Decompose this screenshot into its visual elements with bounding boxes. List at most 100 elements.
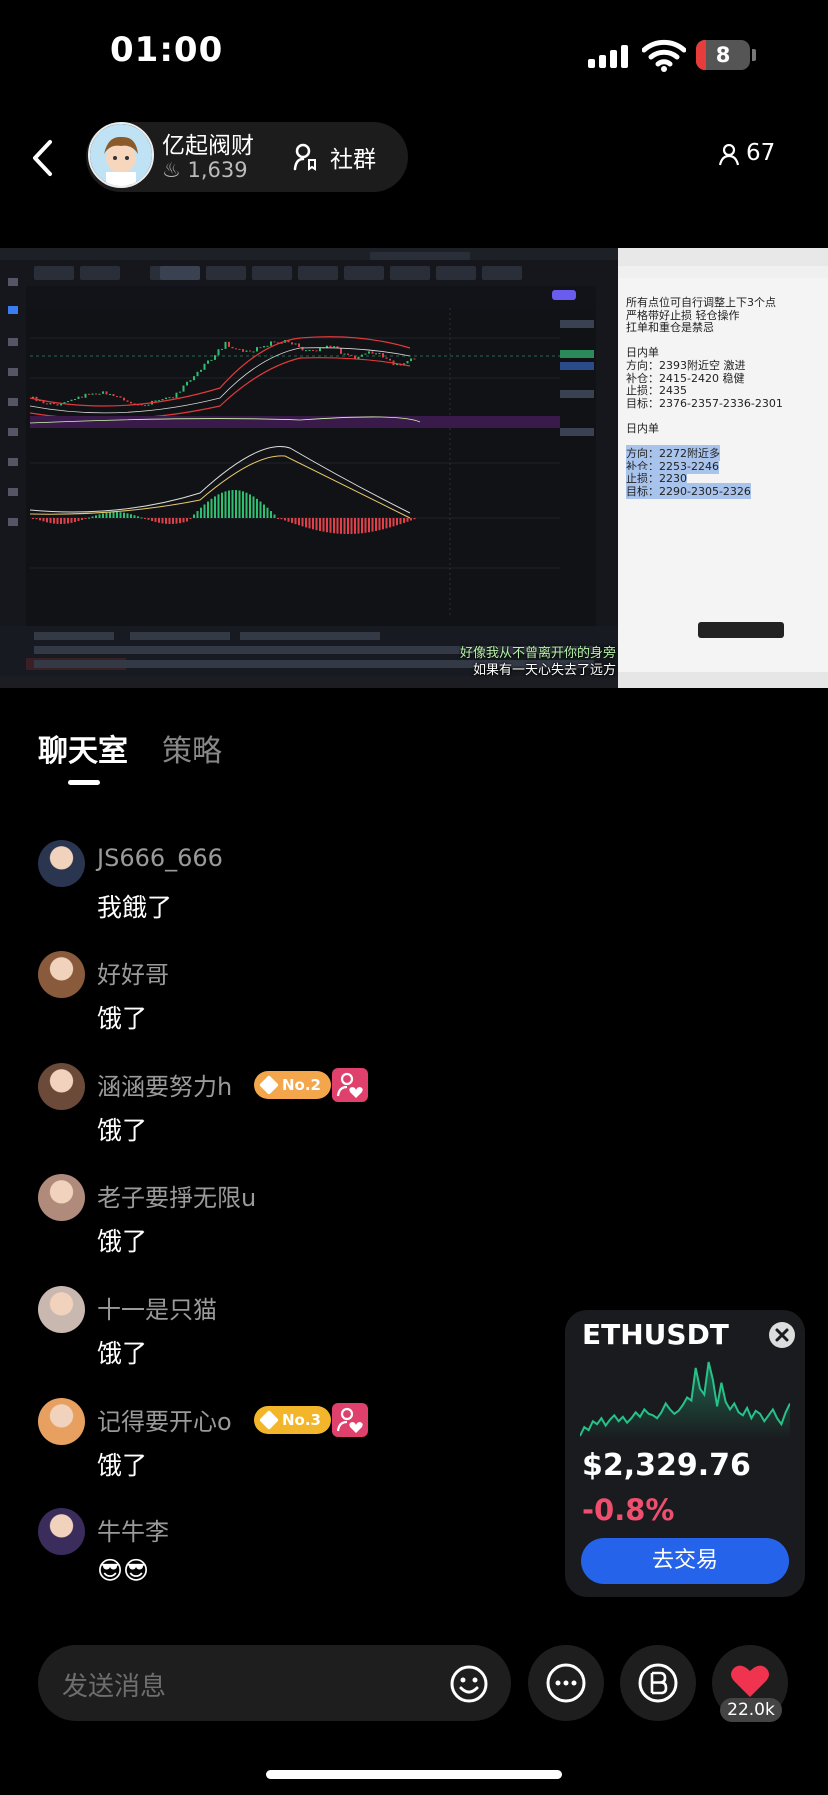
home-indicator[interactable] xyxy=(266,1770,562,1779)
emoji-icon[interactable] xyxy=(449,1664,489,1704)
decor-candle xyxy=(344,354,346,355)
decor-macd-bar xyxy=(67,518,69,523)
chat-username[interactable]: JS666_666 xyxy=(97,844,223,872)
decor-macd-bar xyxy=(36,518,38,519)
rank-badge-label: No.3 xyxy=(282,1411,321,1429)
decor-macd-bar xyxy=(57,518,59,524)
decor-macd-bar xyxy=(123,513,125,518)
rank-badge: No.3 xyxy=(254,1406,331,1434)
user-avatar[interactable] xyxy=(38,1174,85,1221)
like-count: 22.0k xyxy=(720,1698,782,1722)
chat-username[interactable]: 牛牛李 xyxy=(97,1512,169,1547)
rank-badge: No.2 xyxy=(254,1071,331,1099)
decor-macd-bar xyxy=(78,518,80,521)
decor-candle xyxy=(165,398,167,399)
decor-candle xyxy=(99,394,101,395)
decor-candle xyxy=(365,354,367,355)
decor-macd-bar xyxy=(295,518,297,524)
decor-macd-bar xyxy=(39,518,41,520)
doc-line: 目标：2290-2305-2326 xyxy=(626,483,751,499)
decor-macd-bar xyxy=(74,518,76,522)
decor-macd-bar xyxy=(403,518,405,523)
decor-macd-bar xyxy=(410,518,412,521)
decor-macd-bar xyxy=(88,518,90,519)
close-icon[interactable] xyxy=(769,1322,795,1348)
message-input-placeholder: 发送消息 xyxy=(62,1666,166,1703)
back-arrow-icon[interactable] xyxy=(26,138,62,178)
decor-candle xyxy=(407,361,409,363)
decor-candle xyxy=(200,370,202,372)
decor-macd-bar xyxy=(176,518,178,524)
tab-chat[interactable]: 聊天室 xyxy=(38,726,128,770)
decor-candle xyxy=(32,397,34,398)
trade-button[interactable]: 去交易 xyxy=(581,1538,789,1584)
decor-macd-bar xyxy=(207,502,209,518)
decor-macd-bar xyxy=(144,518,146,519)
community-icon[interactable] xyxy=(293,143,317,171)
decor-candle xyxy=(302,347,304,350)
decor-macd-bar xyxy=(200,508,202,518)
decor-macd-bar xyxy=(260,502,262,518)
decor-candle xyxy=(186,382,188,386)
decor-candle xyxy=(291,342,293,344)
decor-candle xyxy=(123,398,125,401)
decor-candle xyxy=(162,399,164,400)
decor-candle xyxy=(414,358,416,359)
decor-macd-bar xyxy=(368,518,370,532)
user-avatar[interactable] xyxy=(38,840,85,887)
decor-candle xyxy=(386,357,388,358)
decor-candle xyxy=(249,351,251,352)
ticker-change: -0.8% xyxy=(582,1493,674,1527)
decor-macd-bar xyxy=(137,516,139,518)
user-avatar[interactable] xyxy=(38,951,85,998)
chat-username[interactable]: 老子要掙无限u xyxy=(97,1178,256,1213)
chat-username[interactable]: 十一是只猫 xyxy=(97,1290,217,1325)
decor-candle xyxy=(368,351,370,353)
decor-macd-bar xyxy=(305,518,307,527)
decor-macd-bar xyxy=(281,518,283,519)
decor-candle xyxy=(298,343,300,346)
chat-username[interactable]: 涵涵要努力h xyxy=(97,1067,232,1102)
decor-macd-bar xyxy=(330,518,332,533)
decor-macd-bar xyxy=(333,518,335,533)
decor-candle xyxy=(305,350,307,351)
decor-macd-bar xyxy=(134,515,136,518)
chat-message: 十一是只猫 饿了 xyxy=(38,1286,538,1386)
user-avatar[interactable] xyxy=(38,1398,85,1445)
decor-macd-bar xyxy=(351,518,353,534)
host-avatar[interactable] xyxy=(88,122,154,188)
decor-macd-bar xyxy=(309,518,311,528)
decor-macd-bar xyxy=(85,518,87,519)
decor-candle xyxy=(204,364,206,370)
decor-macd-bar xyxy=(53,518,55,524)
decor-candle xyxy=(207,361,209,364)
more-button[interactable] xyxy=(528,1645,604,1721)
decor-candle xyxy=(246,351,248,352)
flame-icon: ♨ xyxy=(162,158,181,182)
community-button[interactable]: 社群 xyxy=(330,140,376,174)
decor-macd-bar xyxy=(64,518,66,524)
decor-macd-bar xyxy=(109,512,111,518)
chat-text: 😎😎 xyxy=(97,1556,149,1585)
tab-strategy[interactable]: 策略 xyxy=(162,726,222,770)
decor-macd-bar xyxy=(277,518,279,519)
chat-text: 饿了 xyxy=(97,1334,147,1370)
decor-candle xyxy=(242,349,244,352)
diamond-icon xyxy=(259,1410,279,1430)
decor-candle xyxy=(263,346,265,347)
decor-macd-bar xyxy=(358,518,360,534)
chat-username[interactable]: 好好哥 xyxy=(97,955,169,990)
decor-candle xyxy=(295,343,297,344)
decor-candle xyxy=(92,393,94,394)
decor-macd-bar xyxy=(291,518,293,523)
user-avatar[interactable] xyxy=(38,1063,85,1110)
chat-username[interactable]: 记得要开心o xyxy=(97,1402,232,1437)
user-avatar[interactable] xyxy=(38,1286,85,1333)
decor-candle xyxy=(53,403,55,404)
user-avatar[interactable] xyxy=(38,1508,85,1555)
chat-text: 饿了 xyxy=(97,1222,147,1258)
decor-candle xyxy=(319,348,321,352)
bitcoin-button[interactable] xyxy=(620,1645,696,1721)
decor-macd-bar xyxy=(414,518,416,519)
decor-macd-bar xyxy=(211,499,213,518)
